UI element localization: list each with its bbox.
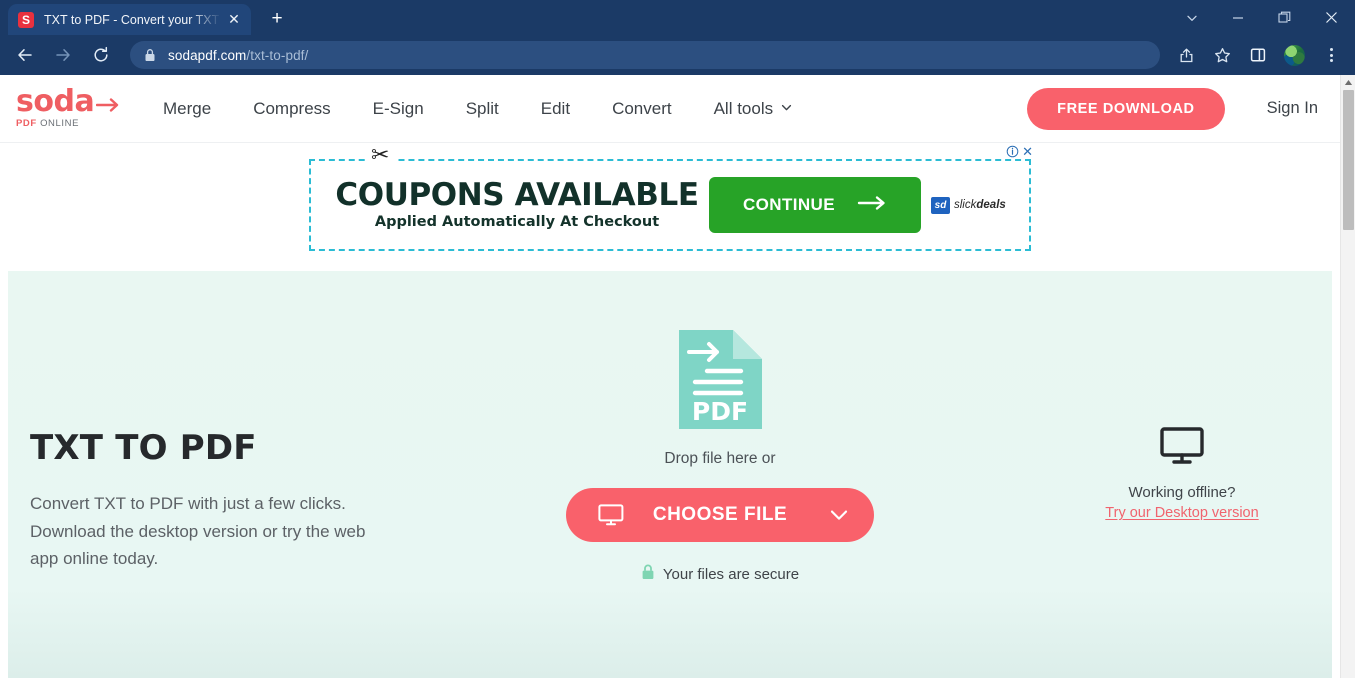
hero-section: TXT TO PDF Convert TXT to PDF with just … <box>8 271 1332 678</box>
url-path: /txt-to-pdf/ <box>246 47 309 63</box>
drop-file-text: Drop file here or <box>664 450 776 467</box>
browser-window: S TXT to PDF - Convert your TXT to ✕ + s… <box>0 0 1355 678</box>
logo-arrow-icon <box>96 92 122 112</box>
forward-arrow-icon[interactable] <box>48 40 78 70</box>
choose-file-button[interactable]: CHOOSE FILE <box>566 488 874 542</box>
browser-tab[interactable]: S TXT to PDF - Convert your TXT to ✕ <box>8 4 251 35</box>
offline-label: Working offline? <box>1128 484 1236 501</box>
ad-copy: COUPONS AVAILABLE Applied Automatically … <box>311 176 709 231</box>
upload-area[interactable]: PDF Drop file here or CHOOSE FILE Your f… <box>408 271 1032 584</box>
address-bar[interactable]: sodapdf.com/txt-to-pdf/ <box>130 41 1160 69</box>
nav-item-edit[interactable]: Edit <box>520 99 591 119</box>
tab-title: TXT to PDF - Convert your TXT to <box>44 12 221 27</box>
lock-icon <box>641 564 655 584</box>
new-tab-button[interactable]: + <box>263 5 291 33</box>
address-bar-text: sodapdf.com/txt-to-pdf/ <box>168 48 308 63</box>
scrollbar-thumb[interactable] <box>1343 90 1354 230</box>
monitor-icon <box>598 504 624 526</box>
page-viewport: soda PDF ONLINE Merge Compress E-Sign Sp… <box>0 75 1355 678</box>
tab-close-icon[interactable]: ✕ <box>225 11 243 29</box>
free-download-button[interactable]: FREE DOWNLOAD <box>1027 87 1225 130</box>
three-dot-menu-icon[interactable] <box>1316 40 1346 70</box>
lock-icon <box>144 48 156 62</box>
main-navigation: Merge Compress E-Sign Split Edit Convert… <box>142 99 814 119</box>
tab-favicon: S <box>18 11 34 28</box>
ad-subline: Applied Automatically At Checkout <box>374 214 660 231</box>
profile-avatar[interactable] <box>1284 44 1305 66</box>
share-icon[interactable] <box>1171 40 1201 70</box>
nav-item-split[interactable]: Split <box>445 99 520 119</box>
nav-label: Convert <box>612 98 672 118</box>
slickdeals-logo: sd slickdeals <box>931 196 1017 214</box>
desktop-version-link[interactable]: Try our Desktop version <box>1105 505 1258 521</box>
tab-strip: S TXT to PDF - Convert your TXT to ✕ + <box>0 0 1355 35</box>
brand-bold: deals <box>976 199 1006 211</box>
header-actions: FREE DOWNLOAD Sign In <box>1027 87 1340 130</box>
browser-toolbar: sodapdf.com/txt-to-pdf/ <box>0 35 1355 75</box>
slickdeals-name: slickdeals <box>954 199 1006 211</box>
scissors-icon: ✂ <box>365 144 396 166</box>
ad-meta-controls: ✕ <box>1006 145 1033 158</box>
nav-item-convert[interactable]: Convert <box>591 99 693 119</box>
ad-headline: COUPONS AVAILABLE <box>335 176 699 213</box>
tab-search-chevron-down-icon[interactable] <box>1169 0 1215 35</box>
web-page: soda PDF ONLINE Merge Compress E-Sign Sp… <box>0 75 1340 678</box>
slickdeals-badge-icon: sd <box>931 196 950 214</box>
star-icon[interactable] <box>1207 40 1237 70</box>
hero-text-block: TXT TO PDF Convert TXT to PDF with just … <box>8 271 408 573</box>
offline-promo: Working offline? Try our Desktop version <box>1032 271 1332 521</box>
nav-item-all-tools[interactable]: All tools <box>693 99 815 119</box>
minimize-icon[interactable] <box>1215 0 1261 35</box>
nav-label: Compress <box>253 98 331 118</box>
site-header: soda PDF ONLINE Merge Compress E-Sign Sp… <box>0 75 1340 143</box>
advertisement-banner[interactable]: ✂ ✕ COUPONS AVAILABLE Applied Automatica… <box>309 144 1033 251</box>
ad-continue-button[interactable]: CONTINUE <box>709 177 921 233</box>
close-icon[interactable] <box>1307 0 1355 35</box>
scrollbar-up-arrow-icon[interactable] <box>1341 75 1355 90</box>
nav-item-compress[interactable]: Compress <box>232 99 351 119</box>
nav-label: Edit <box>540 98 571 118</box>
nav-label: Split <box>465 98 499 118</box>
nav-label: All tools <box>713 98 774 118</box>
security-notice: Your files are secure <box>641 564 799 584</box>
ad-zone: ✂ ✕ COUPONS AVAILABLE Applied Automatica… <box>0 143 1340 267</box>
svg-text:PDF: PDF <box>691 397 747 426</box>
brand-light: slick <box>954 199 977 211</box>
reload-icon[interactable] <box>86 40 116 70</box>
pdf-file-icon: PDF <box>678 330 762 429</box>
chevron-down-icon[interactable] <box>830 509 848 521</box>
sign-in-link[interactable]: Sign In <box>1267 99 1318 118</box>
page-scrollbar[interactable] <box>1340 75 1355 678</box>
url-domain: sodapdf.com <box>168 47 247 63</box>
site-logo[interactable]: soda PDF ONLINE <box>16 84 119 129</box>
logo-sub-rest: ONLINE <box>40 117 80 129</box>
nav-label: Merge <box>163 98 212 118</box>
nav-item-merge[interactable]: Merge <box>142 99 232 119</box>
chevron-down-icon <box>780 99 793 119</box>
hero-description: Convert TXT to PDF with just a few click… <box>30 494 366 569</box>
logo-subtitle: PDF ONLINE <box>16 118 112 129</box>
ad-cta-label: CONTINUE <box>743 195 835 214</box>
page-title: TXT TO PDF <box>30 428 257 468</box>
nav-label: E-Sign <box>372 98 424 118</box>
desktop-monitor-icon <box>1160 427 1204 470</box>
security-text: Your files are secure <box>662 565 800 583</box>
arrow-right-icon <box>857 195 887 216</box>
back-arrow-icon[interactable] <box>10 40 40 70</box>
window-controls <box>1169 0 1355 35</box>
logo-text: soda <box>16 84 95 120</box>
ad-close-icon[interactable]: ✕ <box>1022 145 1033 158</box>
toolbar-actions <box>1168 40 1349 70</box>
side-panel-icon[interactable] <box>1243 40 1273 70</box>
logo-sub-accent: PDF <box>16 117 37 129</box>
adchoices-info-icon[interactable] <box>1006 145 1019 158</box>
maximize-icon[interactable] <box>1261 0 1307 35</box>
logo-wordmark: soda <box>16 84 119 120</box>
nav-item-e-sign[interactable]: E-Sign <box>352 99 445 119</box>
